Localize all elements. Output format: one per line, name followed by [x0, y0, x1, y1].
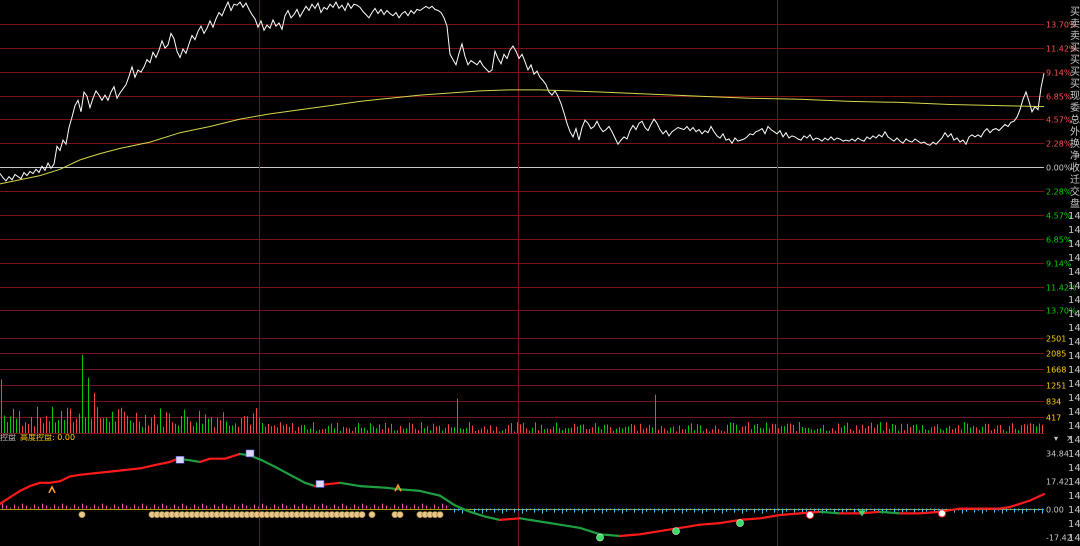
volume-tick-label: 1668 [1046, 366, 1066, 375]
coin-icon [78, 511, 86, 519]
volume-tick-label: 417 [1046, 414, 1061, 423]
side-panel-label: 换 [1070, 137, 1080, 150]
side-panel-value: 14 [1068, 309, 1080, 320]
coin-icon [358, 511, 366, 519]
side-panel-label: 净 [1070, 149, 1080, 162]
side-panel-value: 14 [1068, 435, 1080, 446]
side-panel-value: 14 [1068, 519, 1080, 530]
side-panel-value: 14 [1068, 533, 1080, 544]
price-tick-label: 4.57% [1046, 116, 1072, 125]
side-panel-label: 迁 [1070, 174, 1080, 186]
dropdown-icon[interactable]: ▾ [1054, 434, 1058, 443]
side-panel-value: 14 [1068, 253, 1080, 264]
price-tick-label: 9.14% [1046, 69, 1072, 78]
volume-tick-label: 2085 [1046, 350, 1066, 359]
side-panel-label: 卖 [1070, 30, 1080, 42]
red-cross-icon [937, 509, 947, 518]
side-panel-value: 14 [1068, 337, 1080, 348]
price-tick-label: 2.28% [1046, 188, 1072, 197]
side-panel-value: 14 [1068, 211, 1080, 222]
green-badge-icon [672, 527, 680, 535]
side-panel-value: 14 [1068, 351, 1080, 362]
side-panel-value: 14 [1068, 477, 1080, 488]
volume-tick-label: 834 [1046, 398, 1061, 407]
side-panel-value: 14 [1068, 365, 1080, 376]
side-panel-value: 14 [1068, 463, 1080, 474]
side-panel-label: 买 [1070, 42, 1080, 54]
side-panel-value: 14 [1068, 505, 1080, 516]
side-panel-value: 14 [1068, 421, 1080, 432]
coin-icon [368, 511, 376, 519]
stock-chart: 13.70%11.42%9.14%6.85%4.57%2.28%0.00%2.2… [0, 0, 1080, 546]
side-panel-value: 14 [1068, 323, 1080, 334]
side-panel-label: 委 [1070, 101, 1080, 114]
volume-tick-label: 1251 [1046, 382, 1066, 391]
price-tick-label: 2.28% [1046, 140, 1072, 149]
price-tick-label: 6.85% [1046, 93, 1072, 102]
side-panel-label: 买 [1070, 66, 1080, 78]
quote-side-panel: 买卖卖买买买买现委总外换净收迁交盘14141414141414141414141… [1068, 6, 1080, 544]
side-panel-value: 14 [1068, 281, 1080, 292]
coin-icon [396, 511, 404, 519]
side-panel-value: 14 [1068, 239, 1080, 250]
side-panel-value: 14 [1068, 225, 1080, 236]
side-panel-label: 买 [1070, 54, 1080, 66]
sell-tag-icon [175, 456, 185, 464]
side-panel-value: 14 [1068, 407, 1080, 418]
side-panel-label: 现 [1070, 90, 1080, 102]
price-tick-label: 0.00% [1046, 164, 1072, 173]
green-badge-icon [736, 519, 744, 527]
side-panel-value: 14 [1068, 449, 1080, 460]
volume-tick-label: 2501 [1046, 335, 1066, 344]
sell-tag-icon [245, 449, 255, 458]
side-panel-value: 14 [1068, 267, 1080, 278]
indicator-tick-label: 17.42 [1046, 478, 1069, 487]
side-panel-value: 14 [1068, 295, 1080, 306]
indicator-tick-label: 0.00 [1046, 506, 1064, 515]
side-panel-label: 盘 [1070, 197, 1080, 210]
side-panel-label: 收 [1070, 161, 1080, 174]
coin-icon [436, 511, 444, 519]
side-panel-label: 总 [1070, 113, 1080, 126]
indicator-tick-label: 34.84 [1046, 450, 1069, 459]
side-panel-label: 卖 [1070, 18, 1080, 30]
sell-tag-icon [315, 480, 325, 488]
side-panel-label: 买 [1070, 78, 1080, 90]
side-panel-value: 14 [1068, 393, 1080, 404]
green-badge-icon [596, 533, 604, 542]
side-panel-label: 买 [1070, 6, 1080, 18]
red-cross-icon [805, 510, 815, 520]
side-panel-label: 交 [1070, 185, 1080, 198]
side-panel-label: 外 [1070, 126, 1080, 138]
side-panel-value: 14 [1068, 491, 1080, 502]
side-panel-value: 14 [1068, 379, 1080, 390]
